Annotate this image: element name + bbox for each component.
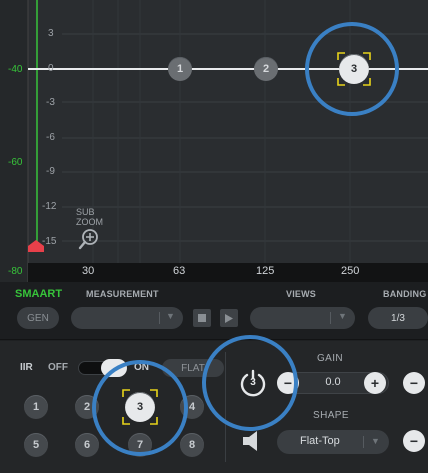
banding-label: BANDING bbox=[383, 289, 427, 299]
x-tick: 250 bbox=[341, 265, 360, 277]
gain-decrease-button[interactable]: − bbox=[277, 372, 299, 394]
meter-scale-label: -60 bbox=[8, 157, 23, 168]
play-icon bbox=[225, 313, 233, 323]
smaart-toolbar bbox=[0, 282, 428, 340]
banding-dropdown[interactable]: 1/3 bbox=[368, 307, 428, 329]
x-tick: 30 bbox=[82, 265, 95, 277]
band-button-7[interactable]: 7 bbox=[128, 433, 152, 457]
toggle-on-label: ON bbox=[134, 362, 149, 373]
sub-zoom-line: SUB bbox=[76, 207, 95, 217]
y-tick: 0 bbox=[48, 63, 54, 74]
sub-zoom-line: ZOOM bbox=[76, 217, 103, 227]
x-tick: 125 bbox=[256, 265, 275, 277]
dropdown-separator bbox=[363, 436, 364, 448]
shape-label: SHAPE bbox=[313, 410, 349, 421]
panel-divider bbox=[225, 352, 226, 462]
band-button-4[interactable]: 4 bbox=[180, 395, 204, 419]
smaart-brand: SMAART bbox=[15, 288, 63, 300]
shape-value: Flat-Top bbox=[300, 435, 340, 447]
gain-label: GAIN bbox=[317, 353, 344, 364]
band-button-8[interactable]: 8 bbox=[180, 433, 204, 457]
band-button-1[interactable]: 1 bbox=[24, 395, 48, 419]
y-tick: -3 bbox=[46, 97, 55, 108]
x-tick: 63 bbox=[173, 265, 186, 277]
y-tick: 3 bbox=[48, 28, 54, 39]
y-tick: -6 bbox=[46, 132, 55, 143]
secondary-decrease-button[interactable]: − bbox=[403, 430, 425, 452]
y-tick: -12 bbox=[42, 201, 57, 212]
views-label: VIEWS bbox=[286, 289, 317, 299]
zoom-icon[interactable] bbox=[78, 228, 100, 250]
flat-button[interactable]: FLAT bbox=[162, 359, 224, 377]
meter-scale-label: -40 bbox=[8, 64, 23, 75]
power-band-number: 3 bbox=[250, 377, 256, 388]
speaker-icon[interactable] bbox=[240, 428, 266, 454]
toggle-off-label: OFF bbox=[48, 362, 68, 373]
gain-increase-button[interactable]: + bbox=[364, 372, 386, 394]
chevron-down-icon: ▼ bbox=[338, 311, 347, 321]
eq-node-2[interactable]: 2 bbox=[254, 57, 278, 81]
toggle-knob[interactable] bbox=[101, 359, 127, 377]
meter-scale-label: -80 bbox=[8, 266, 23, 277]
band-button-5[interactable]: 5 bbox=[24, 433, 48, 457]
secondary-decrease-button[interactable]: − bbox=[403, 372, 425, 394]
eq-plot-grid bbox=[0, 0, 428, 282]
eq-node-1[interactable]: 1 bbox=[168, 57, 192, 81]
views-dropdown[interactable]: ▼ bbox=[250, 307, 355, 329]
play-button[interactable] bbox=[220, 309, 238, 327]
measurement-label: MEASUREMENT bbox=[86, 289, 159, 299]
gain-value[interactable]: 0.0 bbox=[300, 376, 366, 388]
gen-button[interactable]: GEN bbox=[17, 307, 59, 329]
band-button-2[interactable]: 2 bbox=[75, 395, 99, 419]
eq-plot[interactable]: 3 0 -3 -6 -9 -12 -15 -40 -60 -80 SUB ZOO… bbox=[0, 0, 428, 282]
band-button-6[interactable]: 6 bbox=[75, 433, 99, 457]
dropdown-separator bbox=[159, 312, 160, 324]
stop-icon bbox=[198, 314, 206, 322]
filter-type-label: IIR bbox=[20, 362, 33, 373]
sub-zoom-label: SUB ZOOM bbox=[76, 207, 103, 227]
band-button-3[interactable]: 3 bbox=[125, 392, 155, 422]
y-tick: -15 bbox=[42, 236, 57, 247]
eq-node-3[interactable]: 3 bbox=[339, 54, 369, 84]
dropdown-separator bbox=[330, 312, 331, 324]
y-tick: -9 bbox=[46, 166, 55, 177]
chevron-down-icon: ▼ bbox=[371, 436, 380, 446]
stop-button[interactable] bbox=[193, 309, 211, 327]
chevron-down-icon: ▼ bbox=[166, 311, 175, 321]
measurement-dropdown[interactable]: ▼ bbox=[71, 307, 183, 329]
